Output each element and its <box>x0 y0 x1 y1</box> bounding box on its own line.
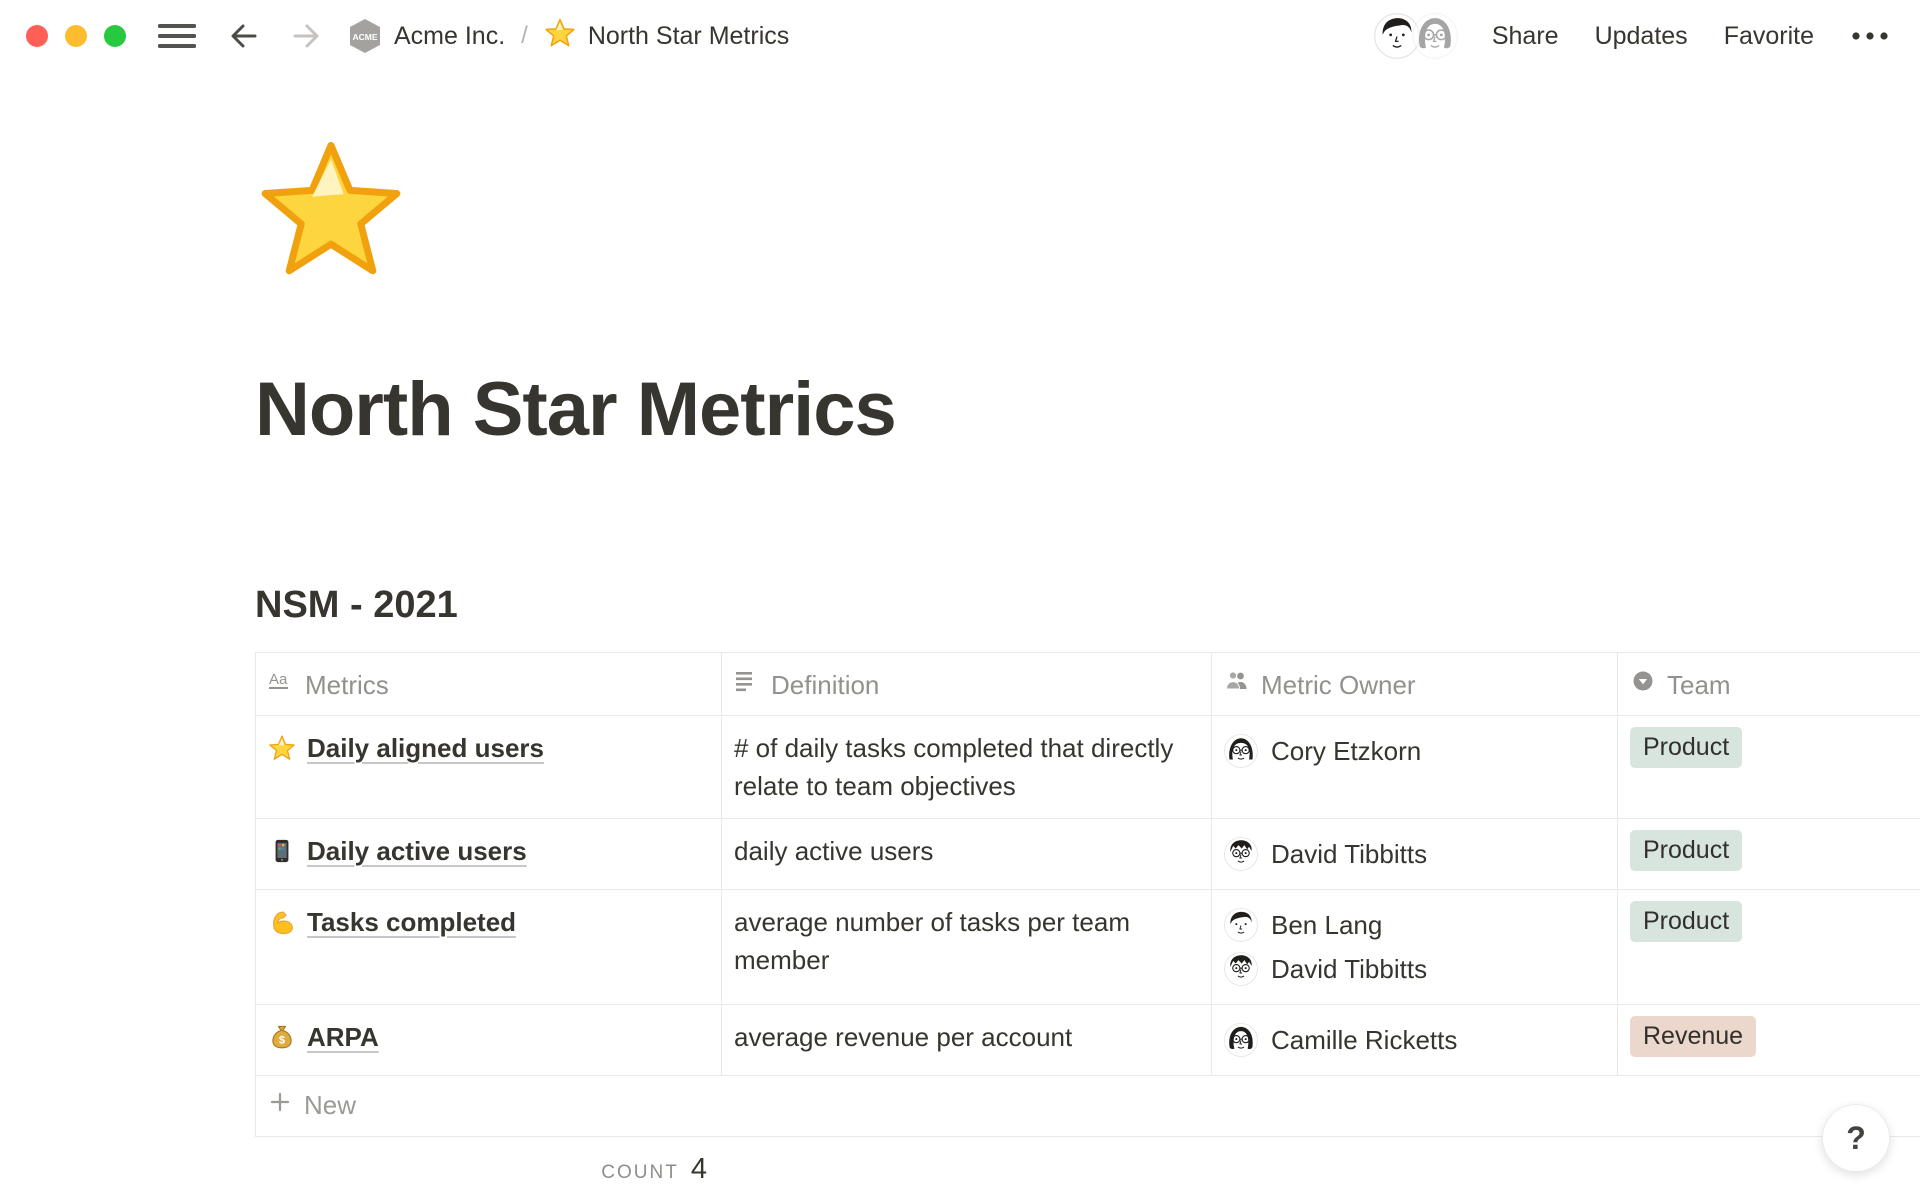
collaborator-avatars[interactable] <box>1374 13 1458 59</box>
cell-definition[interactable]: average revenue per account <box>722 1005 1212 1075</box>
count-label: COUNT <box>601 1162 679 1184</box>
plus-icon <box>268 1090 292 1121</box>
cell-team[interactable]: Product <box>1618 716 1920 818</box>
cell-metric-owner[interactable]: Cory Etzkorn <box>1212 716 1618 818</box>
star-icon <box>268 734 296 762</box>
page-content: North Star Metrics NSM - 2021 Aa Metrics… <box>0 134 1920 1186</box>
moneybag-icon: $ <box>268 1023 296 1051</box>
new-row-button[interactable]: New <box>256 1076 1920 1137</box>
owner-name: David Tibbitts <box>1271 950 1427 988</box>
owner-entry: Cory Etzkorn <box>1224 729 1605 773</box>
page-icon-star[interactable] <box>255 134 407 286</box>
share-button[interactable]: Share <box>1492 22 1559 51</box>
owner-avatar <box>1224 952 1258 986</box>
section-heading[interactable]: NSM - 2021 <box>255 583 1920 629</box>
text-property-icon: Aa <box>268 666 294 704</box>
table-body: Daily aligned users # of daily tasks com… <box>256 716 1920 1076</box>
page-star-icon <box>544 17 576 56</box>
cell-team[interactable]: Product <box>1618 890 1920 1004</box>
page-title[interactable]: North Star Metrics <box>255 364 1920 455</box>
zoom-window-button[interactable] <box>104 25 126 47</box>
owner-name: Camille Ricketts <box>1271 1021 1457 1059</box>
team-tag: Revenue <box>1630 1016 1756 1058</box>
cell-definition[interactable]: average number of tasks per team member <box>722 890 1212 1004</box>
owner-avatar <box>1224 837 1258 871</box>
count-footer[interactable]: COUNT 4 <box>255 1137 721 1186</box>
biceps-icon <box>268 908 296 936</box>
updates-button[interactable]: Updates <box>1595 22 1688 51</box>
owner-avatar <box>1224 734 1258 768</box>
help-button[interactable]: ? <box>1822 1104 1890 1172</box>
owner-name: Cory Etzkorn <box>1271 732 1421 770</box>
cell-team[interactable]: Revenue <box>1618 1005 1920 1075</box>
metric-page-link[interactable]: ARPA <box>307 1018 379 1056</box>
table-row: Tasks completed average number of tasks … <box>256 890 1920 1005</box>
workspace-logo-icon[interactable]: ACME <box>348 18 382 54</box>
owner-name: David Tibbitts <box>1271 835 1427 873</box>
table-row: Daily aligned users # of daily tasks com… <box>256 716 1920 819</box>
metric-page-link[interactable]: Tasks completed <box>307 903 516 941</box>
count-value: 4 <box>691 1153 707 1186</box>
owner-name: Ben Lang <box>1271 906 1382 944</box>
more-options-icon[interactable] <box>1848 19 1892 53</box>
owner-entry: David Tibbitts <box>1224 832 1605 876</box>
team-tag: Product <box>1630 830 1742 872</box>
close-window-button[interactable] <box>26 25 48 47</box>
cell-metrics[interactable]: Tasks completed <box>256 890 722 1004</box>
person-property-icon <box>1224 666 1250 704</box>
forward-arrow-icon[interactable] <box>288 19 322 53</box>
team-tag: Product <box>1630 901 1742 943</box>
column-header-metric-owner[interactable]: Metric Owner <box>1212 653 1618 717</box>
breadcrumb-workspace[interactable]: Acme Inc. <box>394 22 505 51</box>
topbar: ACME Acme Inc. / North Star Metrics Shar… <box>0 0 1920 72</box>
favorite-button[interactable]: Favorite <box>1724 22 1814 51</box>
cell-team[interactable]: Product <box>1618 819 1920 889</box>
cell-metrics[interactable]: Daily active users <box>256 819 722 889</box>
table-row: Daily active users daily active users Da… <box>256 819 1920 890</box>
back-arrow-icon[interactable] <box>228 19 262 53</box>
owner-avatar <box>1224 908 1258 942</box>
column-header-definition[interactable]: Definition <box>722 653 1212 717</box>
breadcrumb-separator: / <box>521 22 528 50</box>
team-tag: Product <box>1630 727 1742 769</box>
cell-metrics[interactable]: $ ARPA <box>256 1005 722 1075</box>
owner-entry: Ben Lang <box>1224 903 1605 947</box>
minimize-window-button[interactable] <box>65 25 87 47</box>
svg-text:$: $ <box>279 1034 285 1046</box>
metric-page-link[interactable]: Daily active users <box>307 832 527 870</box>
svg-text:Aa: Aa <box>269 671 288 688</box>
metric-page-link[interactable]: Daily aligned users <box>307 729 544 767</box>
select-property-icon <box>1630 666 1656 704</box>
owner-entry: Camille Ricketts <box>1224 1018 1605 1062</box>
column-header-team[interactable]: Team <box>1618 653 1920 717</box>
cell-metrics[interactable]: Daily aligned users <box>256 716 722 818</box>
table-header-row: Aa Metrics Definition Metric Owner Team <box>256 652 1920 716</box>
cell-definition[interactable]: # of daily tasks completed that directly… <box>722 716 1212 818</box>
cell-definition[interactable]: daily active users <box>722 819 1212 889</box>
cell-metric-owner[interactable]: Camille Ricketts <box>1212 1005 1618 1075</box>
table-row: $ ARPA average revenue per account Camil… <box>256 1005 1920 1076</box>
breadcrumb: ACME Acme Inc. / North Star Metrics <box>348 17 789 56</box>
lines-property-icon <box>734 666 760 704</box>
cell-metric-owner[interactable]: Ben Lang David Tibbitts <box>1212 890 1618 1004</box>
breadcrumb-page-title[interactable]: North Star Metrics <box>588 22 789 51</box>
avatar-camille[interactable] <box>1412 13 1458 59</box>
column-header-metrics[interactable]: Aa Metrics <box>256 653 722 717</box>
window-controls <box>26 25 126 47</box>
sidebar-toggle-icon[interactable] <box>158 21 196 51</box>
metrics-table: Aa Metrics Definition Metric Owner Team … <box>255 652 1920 1137</box>
owner-entry: David Tibbitts <box>1224 947 1605 991</box>
owner-avatar <box>1224 1023 1258 1057</box>
cell-metric-owner[interactable]: David Tibbitts <box>1212 819 1618 889</box>
phone-icon <box>268 837 296 865</box>
svg-text:ACME: ACME <box>352 32 377 42</box>
